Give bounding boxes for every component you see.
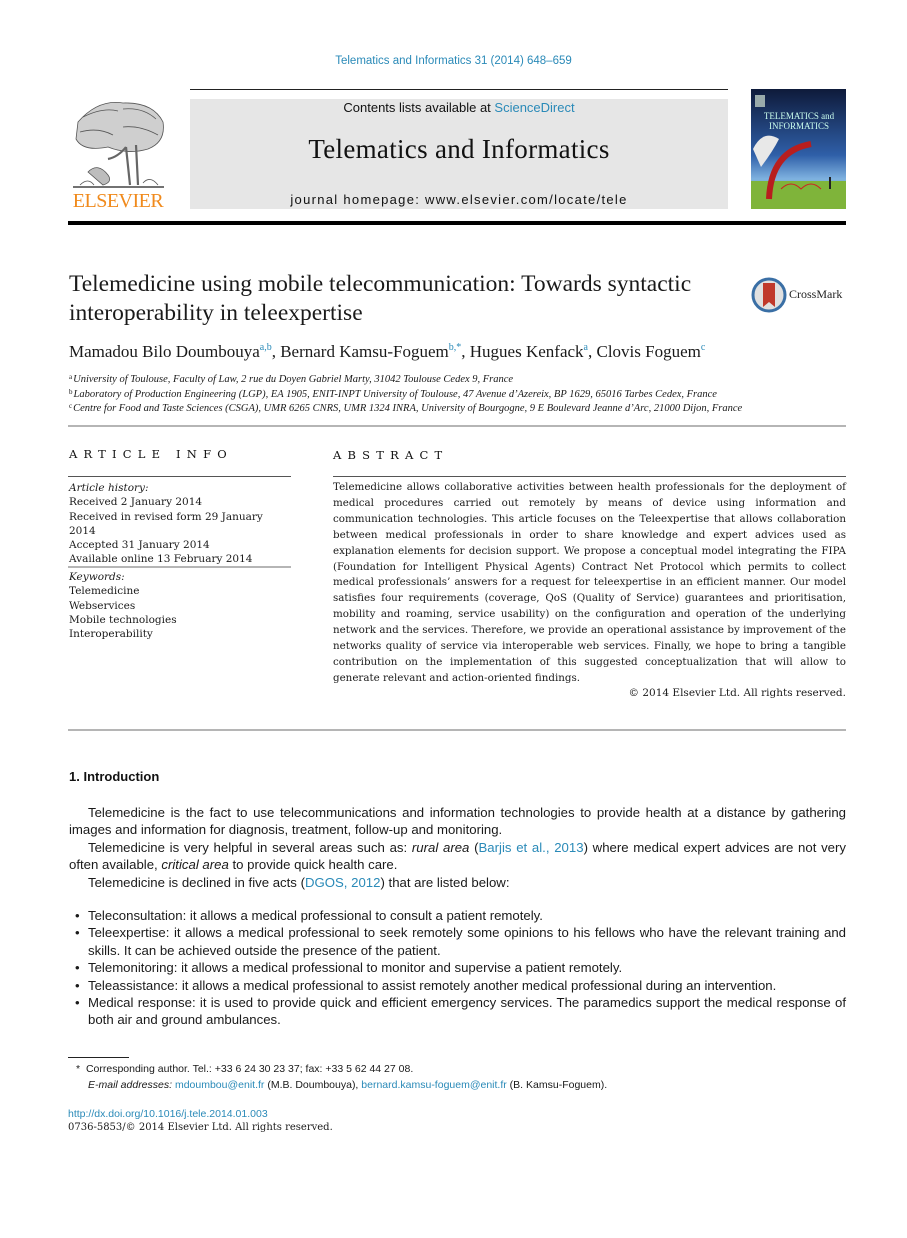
journal-cover-image[interactable]: TELEMATICS and INFORMATICS bbox=[751, 89, 846, 209]
intro-paragraph-1: Telemedicine is the fact to use telecomm… bbox=[69, 805, 846, 838]
list-item: • Teleconsultation: it allows a medical p… bbox=[75, 907, 846, 924]
cover-title-line1: TELEMATICS and bbox=[764, 111, 835, 121]
history-received: Received 2 January 2014 bbox=[69, 496, 203, 509]
bullet-icon: • bbox=[75, 960, 80, 976]
list-item-text: Teleexpertise: it allows a medical profe… bbox=[88, 925, 846, 958]
abstract-copyright: © 2014 Elsevier Ltd. All rights reserved… bbox=[628, 687, 846, 699]
list-item: • Medical response: it is used to provide… bbox=[75, 994, 846, 1029]
section-divider bbox=[68, 729, 846, 731]
text-run: ) that are listed below: bbox=[380, 874, 510, 890]
list-item-text: Telemonitoring: it allows a medical prof… bbox=[88, 960, 623, 976]
intro-paragraph-3: Telemedicine is declined in five acts (D… bbox=[69, 874, 846, 891]
reference-link-barjis[interactable]: Barjis et al., 2013 bbox=[479, 840, 584, 855]
email-link-kamsu-foguem[interactable]: bernard.kamsu-foguem@enit.fr bbox=[361, 1079, 506, 1091]
header-rule bbox=[190, 89, 728, 90]
article-title: Telemedicine using mobile telecommunicat… bbox=[69, 271, 692, 326]
footnote-rule bbox=[68, 1057, 129, 1058]
intro-paragraph-2: Telemedicine is very helpful in several … bbox=[69, 839, 846, 874]
affiliation-text: Centre for Food and Taste Sciences (CSGA… bbox=[73, 403, 743, 414]
keyword-item: Webservices bbox=[69, 599, 136, 612]
article-history-label: Article history: bbox=[69, 482, 149, 494]
author-name[interactable]: Clovis Foguem bbox=[597, 342, 701, 361]
list-item: • Teleassistance: it allows a medical pro… bbox=[75, 977, 846, 994]
contents-prefix: Contents lists available at bbox=[343, 100, 495, 115]
keyword-item: Mobile technologies bbox=[69, 613, 177, 626]
keywords: Keywords: Telemedicine Webservices Mobil… bbox=[69, 570, 291, 641]
text-run: Telemedicine is very helpful in several … bbox=[88, 839, 412, 855]
history-revised: Received in revised form 29 January 2014 bbox=[69, 510, 263, 537]
author-affiliation-marker[interactable]: a,b bbox=[260, 342, 272, 353]
affiliation-text: Laboratory of Production Engineering (LG… bbox=[73, 388, 717, 400]
emphasis-critical-area: critical area bbox=[161, 857, 229, 873]
journal-name: Telematics and Informatics bbox=[308, 134, 610, 164]
bullet-icon: • bbox=[75, 908, 80, 923]
crossmark-label[interactable]: CrossMark bbox=[789, 287, 842, 302]
sciencedirect-link[interactable]: ScienceDirect bbox=[494, 100, 574, 115]
list-item-text: Medical response: it is used to provide … bbox=[88, 995, 846, 1028]
text-run: to provide quick health care. bbox=[228, 857, 398, 873]
corresponding-author-note: * Corresponding author. Tel.: +33 6 24 3… bbox=[76, 1061, 856, 1077]
list-item: • Teleexpertise: it allows a medical prof… bbox=[75, 924, 846, 959]
article-info-rule bbox=[68, 476, 291, 477]
abstract-rule bbox=[333, 476, 846, 477]
history-online: Available online 13 February 2014 bbox=[69, 553, 253, 566]
keyword-item: Telemedicine bbox=[69, 585, 140, 598]
author-affiliation-marker[interactable]: c bbox=[701, 342, 705, 353]
author-name[interactable]: Hugues Kenfack bbox=[470, 342, 584, 361]
corresponding-author-text: Corresponding author. Tel.: +33 6 24 30 … bbox=[85, 1063, 414, 1075]
abstract-text: Telemedicine allows collaborative activi… bbox=[333, 481, 846, 684]
email-addresses: E-mail addresses: mdoumbou@enit.fr (M.B.… bbox=[88, 1077, 868, 1093]
introduction-body: Telemedicine is the fact to use telecomm… bbox=[69, 804, 846, 891]
keywords-label: Keywords: bbox=[69, 571, 125, 583]
affiliation-key: a bbox=[69, 373, 73, 381]
asterisk-icon: * bbox=[76, 1063, 81, 1075]
cover-title-line2: INFORMATICS bbox=[769, 121, 829, 131]
article-history: Article history: Received 2 January 2014… bbox=[69, 481, 291, 567]
email-owner: (B. Kamsu-Foguem). bbox=[506, 1079, 608, 1091]
author-name[interactable]: Mamadou Bilo Doumbouya bbox=[69, 342, 260, 361]
reference-link-dgos[interactable]: DGOS, 2012 bbox=[305, 875, 381, 890]
list-item: • Telemonitoring: it allows a medical pro… bbox=[75, 959, 846, 976]
bullet-icon: • bbox=[75, 995, 80, 1011]
text-run: Telemedicine is declined in five acts ( bbox=[88, 874, 305, 890]
email-owner: (M.B. Doumbouya), bbox=[264, 1079, 362, 1091]
elsevier-wordmark: ELSEVIER bbox=[72, 190, 164, 212]
section-divider bbox=[68, 425, 846, 427]
author-name[interactable]: Bernard Kamsu-Foguem bbox=[280, 342, 449, 361]
section-heading-introduction: 1. Introduction bbox=[69, 769, 160, 784]
bullet-icon: • bbox=[75, 977, 80, 993]
affiliation-key: c bbox=[69, 402, 73, 410]
email-link-doumbouya[interactable]: mdoumbou@enit.fr bbox=[175, 1079, 264, 1091]
list-item-text: Teleconsultation: it allows a medical pr… bbox=[88, 908, 543, 923]
telemedicine-acts-list: • Teleconsultation: it allows a medical p… bbox=[75, 907, 846, 1029]
crossmark-icon[interactable] bbox=[751, 277, 787, 313]
affiliation-a: aUniversity of Toulouse, Faculty of Law,… bbox=[69, 373, 869, 385]
affiliation-b: bLaboratory of Production Engineering (L… bbox=[69, 388, 869, 400]
affiliation-c: cCentre for Food and Taste Sciences (CSG… bbox=[69, 402, 869, 414]
list-item-text: Teleassistance: it allows a medical prof… bbox=[88, 977, 777, 993]
abstract-heading: ABSTRACT bbox=[333, 448, 449, 462]
author-list: Mamadou Bilo Doumbouyaa,b, Bernard Kamsu… bbox=[69, 342, 869, 362]
issn-copyright: 0736-5853/© 2014 Elsevier Ltd. All right… bbox=[68, 1122, 333, 1133]
affiliation-key: b bbox=[69, 387, 73, 396]
keyword-item: Interoperability bbox=[69, 628, 153, 641]
doi-link[interactable]: http://dx.doi.org/10.1016/j.tele.2014.01… bbox=[68, 1108, 268, 1120]
email-label: E-mail addresses: bbox=[88, 1079, 173, 1091]
contents-available: Contents lists available at ScienceDirec… bbox=[190, 100, 728, 115]
author-separator: , bbox=[461, 342, 470, 361]
article-info-heading: ARTICLE INFO bbox=[69, 447, 233, 461]
journal-homepage-link[interactable]: journal homepage: www.elsevier.com/locat… bbox=[190, 192, 728, 207]
text-run: ( bbox=[469, 839, 479, 855]
author-separator: , bbox=[588, 342, 597, 361]
author-separator: , bbox=[271, 342, 281, 361]
history-accepted: Accepted 31 January 2014 bbox=[69, 539, 210, 552]
affiliation-text: University of Toulouse, Faculty of Law, … bbox=[73, 374, 514, 385]
header-thick-rule bbox=[68, 221, 846, 225]
journal-citation-link[interactable]: Telematics and Informatics 31 (2014) 648… bbox=[0, 55, 907, 67]
bullet-icon: • bbox=[75, 925, 80, 941]
keywords-rule bbox=[68, 566, 291, 568]
emphasis-rural-area: rural area bbox=[411, 839, 470, 855]
author-affiliation-marker[interactable]: b,* bbox=[449, 342, 462, 353]
